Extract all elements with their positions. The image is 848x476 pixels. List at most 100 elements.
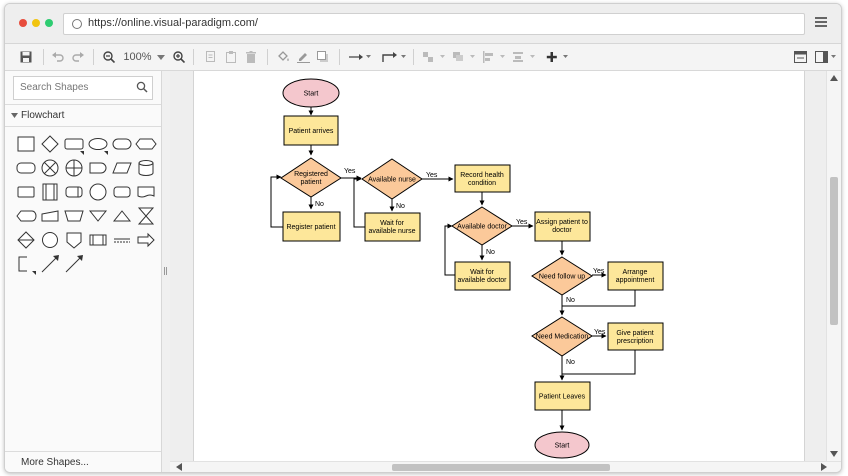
- wait-doctor-label-2: available doctor: [457, 277, 507, 284]
- edge-register-loop[interactable]: [270, 174, 283, 228]
- waypoints-dropdown[interactable]: [381, 44, 407, 70]
- distribute-dropdown[interactable]: [511, 44, 537, 70]
- paste-icon: [225, 51, 236, 63]
- vertical-scrollbar[interactable]: [826, 71, 841, 461]
- label-no-nurse: No: [396, 203, 405, 210]
- record-health-label-1: Record health: [460, 172, 504, 179]
- rounded-rectangle-shape-icon[interactable]: [63, 133, 85, 155]
- stadium-shape-icon[interactable]: [15, 157, 37, 179]
- format-panel-button[interactable]: [791, 44, 809, 70]
- edge-wait-doctor-loop[interactable]: [444, 223, 455, 276]
- delete-button[interactable]: [243, 44, 259, 70]
- scroll-left-arrow-icon[interactable]: [176, 463, 182, 471]
- search-shapes-input[interactable]: [14, 77, 138, 97]
- available-doctor-label: Available doctor: [457, 224, 507, 231]
- wait-nurse-node[interactable]: [364, 212, 421, 242]
- zoom-in-icon: [173, 51, 185, 63]
- save-icon: [20, 51, 32, 63]
- manual-input-shape-icon[interactable]: [39, 205, 61, 227]
- panel-layout-dropdown[interactable]: [813, 44, 839, 70]
- canvas-area[interactable]: Yes No Yes No Yes No Yes No Yes No Start: [170, 71, 826, 461]
- label-yes-registered: Yes: [344, 168, 356, 175]
- maximize-window-dot[interactable]: [45, 19, 53, 27]
- scroll-right-arrow-icon[interactable]: [821, 463, 827, 471]
- sort-shape-icon[interactable]: [15, 229, 37, 251]
- hexagon-shape-icon[interactable]: [135, 133, 157, 155]
- zoom-out-button[interactable]: [101, 44, 117, 70]
- collate-shape-icon[interactable]: [135, 205, 157, 227]
- connector-line-shape-icon[interactable]: [63, 253, 85, 275]
- chevron-down-icon: [156, 54, 165, 60]
- connector-circle-shape-icon[interactable]: [39, 229, 61, 251]
- group-dropdown[interactable]: [421, 44, 447, 70]
- scroll-down-arrow-icon[interactable]: [830, 451, 838, 457]
- scroll-up-arrow-icon[interactable]: [830, 75, 838, 81]
- arrange-appointment-node[interactable]: [607, 261, 664, 291]
- plus-icon: [546, 52, 568, 62]
- cylinder-shape-icon[interactable]: [135, 157, 157, 179]
- bracket-annotation-shape-icon[interactable]: [15, 253, 37, 275]
- document-shape-icon[interactable]: [135, 181, 157, 203]
- more-shapes-link[interactable]: More Shapes...: [21, 457, 89, 468]
- need-medication-label: Need Medication: [536, 334, 589, 341]
- wait-doctor-node[interactable]: [454, 261, 511, 291]
- label-yes-followup: Yes: [593, 268, 605, 275]
- display-shape-icon[interactable]: [15, 205, 37, 227]
- terminator-shape-icon[interactable]: [111, 133, 133, 155]
- annotation-lines-shape-icon[interactable]: [111, 229, 133, 251]
- fill-color-button[interactable]: [275, 44, 291, 70]
- rounded-process-shape-icon[interactable]: [111, 181, 133, 203]
- sidebar-splitter[interactable]: [162, 71, 170, 472]
- predefined-process-shape-icon[interactable]: [87, 229, 109, 251]
- copy-button[interactable]: [203, 44, 219, 70]
- direct-data-shape-icon[interactable]: [63, 181, 85, 203]
- save-button[interactable]: [17, 44, 35, 70]
- insert-dropdown[interactable]: [545, 44, 571, 70]
- extract-triangle-shape-icon[interactable]: [111, 205, 133, 227]
- zoom-in-button[interactable]: [171, 44, 187, 70]
- zoom-level-dropdown[interactable]: 100%: [121, 44, 167, 70]
- register-patient-label: Register patient: [286, 224, 335, 231]
- line-shape-icon[interactable]: [39, 253, 61, 275]
- ellipse-shape-icon[interactable]: [87, 133, 109, 155]
- align-dropdown[interactable]: [481, 44, 507, 70]
- zoom-out-icon: [103, 51, 115, 63]
- trapezoid-shape-icon[interactable]: [63, 205, 85, 227]
- paste-button[interactable]: [223, 44, 239, 70]
- connection-style-dropdown[interactable]: [347, 44, 373, 70]
- edge-wait-nurse-loop[interactable]: [353, 176, 365, 228]
- arrange-dropdown[interactable]: [451, 44, 477, 70]
- hamburger-menu-icon[interactable]: [815, 17, 827, 27]
- diagram-page[interactable]: Yes No Yes No Yes No Yes No Yes No Start: [193, 71, 805, 461]
- line-color-button[interactable]: [295, 44, 311, 70]
- merge-triangle-shape-icon[interactable]: [87, 205, 109, 227]
- shadow-button[interactable]: [315, 44, 331, 70]
- horizontal-scroll-thumb[interactable]: [392, 464, 610, 471]
- circle-shape-icon[interactable]: [87, 181, 109, 203]
- address-bar[interactable]: https://online.visual-paradigm.com/: [63, 13, 805, 35]
- process-shape-icon[interactable]: [15, 181, 37, 203]
- elbow-connector-icon: [382, 52, 406, 62]
- search-icon[interactable]: [136, 81, 148, 93]
- internal-storage-shape-icon[interactable]: [39, 181, 61, 203]
- align-icon: [483, 51, 505, 63]
- diamond-shape-icon[interactable]: [39, 133, 61, 155]
- undo-button[interactable]: [49, 44, 67, 70]
- delay-shape-icon[interactable]: [87, 157, 109, 179]
- available-nurse-label: Available nurse: [368, 177, 416, 184]
- wait-nurse-label-2: available nurse: [368, 228, 415, 235]
- arrow-shape-icon[interactable]: [135, 229, 157, 251]
- group-icon: [423, 52, 445, 62]
- redo-button[interactable]: [69, 44, 87, 70]
- arrange-label-2: appointment: [616, 277, 655, 284]
- horizontal-scrollbar[interactable]: [170, 461, 841, 472]
- flowchart-category-header[interactable]: Flowchart: [11, 110, 64, 121]
- summing-junction-shape-icon[interactable]: [63, 157, 85, 179]
- parallelogram-shape-icon[interactable]: [111, 157, 133, 179]
- minimize-window-dot[interactable]: [32, 19, 40, 27]
- or-circle-shape-icon[interactable]: [39, 157, 61, 179]
- rectangle-shape-icon[interactable]: [15, 133, 37, 155]
- vertical-scroll-thumb[interactable]: [830, 177, 838, 325]
- close-window-dot[interactable]: [19, 19, 27, 27]
- off-page-connector-shape-icon[interactable]: [63, 229, 85, 251]
